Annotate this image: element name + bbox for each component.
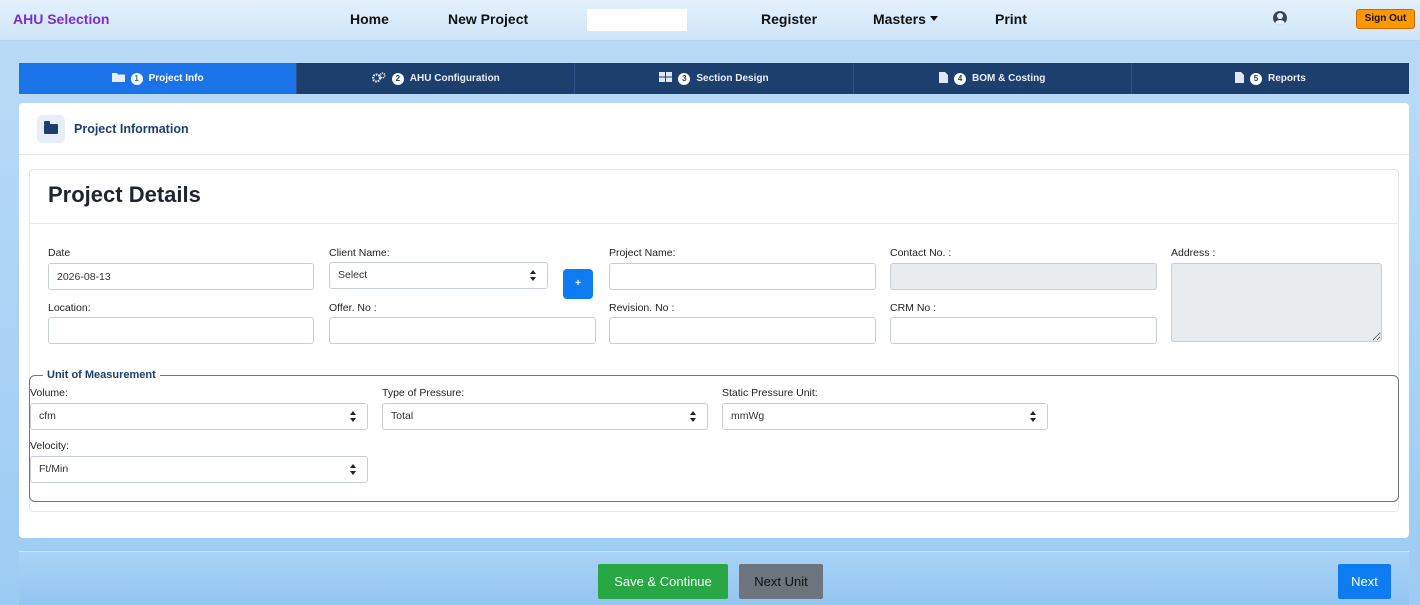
step-ahu-configuration[interactable]: 2 AHU Configuration	[297, 63, 576, 94]
nav-masters-label: Masters	[873, 11, 926, 27]
pressure-type-label: Type of Pressure:	[382, 387, 465, 399]
fieldset-legend: Unit of Measurement	[43, 369, 160, 381]
step-bom-costing[interactable]: 4 BOM & Costing	[854, 63, 1132, 94]
nav-search-input[interactable]	[587, 9, 687, 31]
cogs-icon	[371, 71, 386, 86]
velocity-select[interactable]: Ft/Min	[30, 456, 368, 483]
project-name-input[interactable]	[609, 263, 876, 290]
offer-no-input[interactable]	[329, 317, 596, 344]
footer-action-bar: Save & Continue Next Unit Next	[19, 551, 1409, 605]
document-icon	[939, 71, 949, 86]
nav-home[interactable]: Home	[350, 11, 389, 27]
add-client-button[interactable]: +	[563, 269, 593, 299]
crm-no-input[interactable]	[890, 317, 1157, 344]
client-name-select[interactable]: Select	[329, 262, 548, 289]
step-number: 5	[1250, 72, 1263, 85]
document-icon	[1235, 71, 1245, 86]
save-continue-button[interactable]: Save & Continue	[598, 564, 728, 599]
select-arrows-icon	[1030, 411, 1037, 423]
select-arrows-icon	[350, 411, 357, 423]
select-arrows-icon	[530, 270, 537, 282]
static-pressure-unit-value: mmWg	[731, 410, 765, 422]
static-pressure-unit-select[interactable]: mmWg	[722, 403, 1048, 430]
wizard-stepper: 1 Project Info 2 AHU Configuration 3 Sec…	[19, 63, 1409, 94]
address-textarea[interactable]	[1171, 263, 1382, 342]
step-number: 2	[391, 72, 404, 85]
date-label: Date	[48, 247, 71, 259]
nav-masters-dropdown[interactable]: Masters	[873, 11, 938, 27]
velocity-value: Ft/Min	[39, 463, 69, 475]
pressure-type-value: Total	[391, 410, 414, 422]
step-reports[interactable]: 5 Reports	[1132, 63, 1409, 94]
divider	[30, 223, 1398, 224]
select-arrows-icon	[690, 411, 697, 423]
page-title: Project Details	[48, 182, 201, 207]
folder-open-icon	[37, 115, 65, 143]
step-label: Reports	[1268, 73, 1306, 84]
contact-no-input[interactable]	[890, 263, 1157, 290]
card-header: Project Information	[19, 103, 1409, 155]
step-section-design[interactable]: 3 Section Design	[575, 63, 854, 94]
nav-print[interactable]: Print	[995, 11, 1027, 27]
step-label: Section Design	[696, 73, 769, 84]
volume-label: Volume:	[30, 387, 68, 399]
project-name-label: Project Name:	[609, 247, 676, 259]
volume-value: cfm	[39, 410, 56, 422]
grid-icon	[659, 72, 673, 85]
next-unit-button[interactable]: Next Unit	[739, 564, 823, 599]
client-name-value: Select	[338, 269, 368, 281]
user-circle-icon[interactable]	[1273, 11, 1287, 25]
step-label: BOM & Costing	[972, 73, 1046, 84]
volume-select[interactable]: cfm	[30, 403, 368, 430]
contact-no-label: Contact No. :	[890, 247, 952, 259]
date-input[interactable]	[48, 263, 314, 290]
step-label: AHU Configuration	[409, 73, 500, 84]
next-button[interactable]: Next	[1338, 564, 1391, 599]
step-number: 1	[130, 72, 143, 85]
nav-new-project[interactable]: New Project	[448, 11, 528, 27]
unit-of-measurement-fieldset: Unit of Measurement Volume: cfm Type of …	[29, 369, 1399, 502]
static-pressure-unit-label: Static Pressure Unit:	[722, 387, 818, 399]
step-project-info[interactable]: 1 Project Info	[19, 63, 298, 94]
revision-no-label: Revision. No :	[609, 302, 675, 314]
revision-no-input[interactable]	[609, 317, 876, 344]
brand-logo[interactable]: AHU Selection	[13, 11, 109, 27]
location-label: Location:	[48, 302, 91, 314]
select-arrows-icon	[350, 464, 357, 476]
offer-no-label: Offer. No :	[329, 302, 377, 314]
step-number: 4	[954, 72, 967, 85]
caret-down-icon	[929, 16, 938, 21]
card-header-title: Project Information	[74, 122, 189, 136]
top-navbar: AHU Selection Home New Project Register …	[0, 0, 1420, 41]
velocity-label: Velocity:	[30, 440, 70, 452]
nav-register[interactable]: Register	[761, 11, 817, 27]
project-information-card: Project Information Project Details Date…	[19, 103, 1409, 538]
folder-icon	[111, 72, 125, 85]
address-label: Address :	[1171, 247, 1216, 259]
location-input[interactable]	[48, 317, 314, 344]
client-name-label: Client Name:	[329, 247, 390, 259]
step-label: Project Info	[148, 73, 204, 84]
crm-no-label: CRM No :	[890, 302, 937, 314]
sign-out-button[interactable]: Sign Out	[1356, 9, 1415, 29]
step-number: 3	[678, 72, 691, 85]
pressure-type-select[interactable]: Total	[382, 403, 708, 430]
